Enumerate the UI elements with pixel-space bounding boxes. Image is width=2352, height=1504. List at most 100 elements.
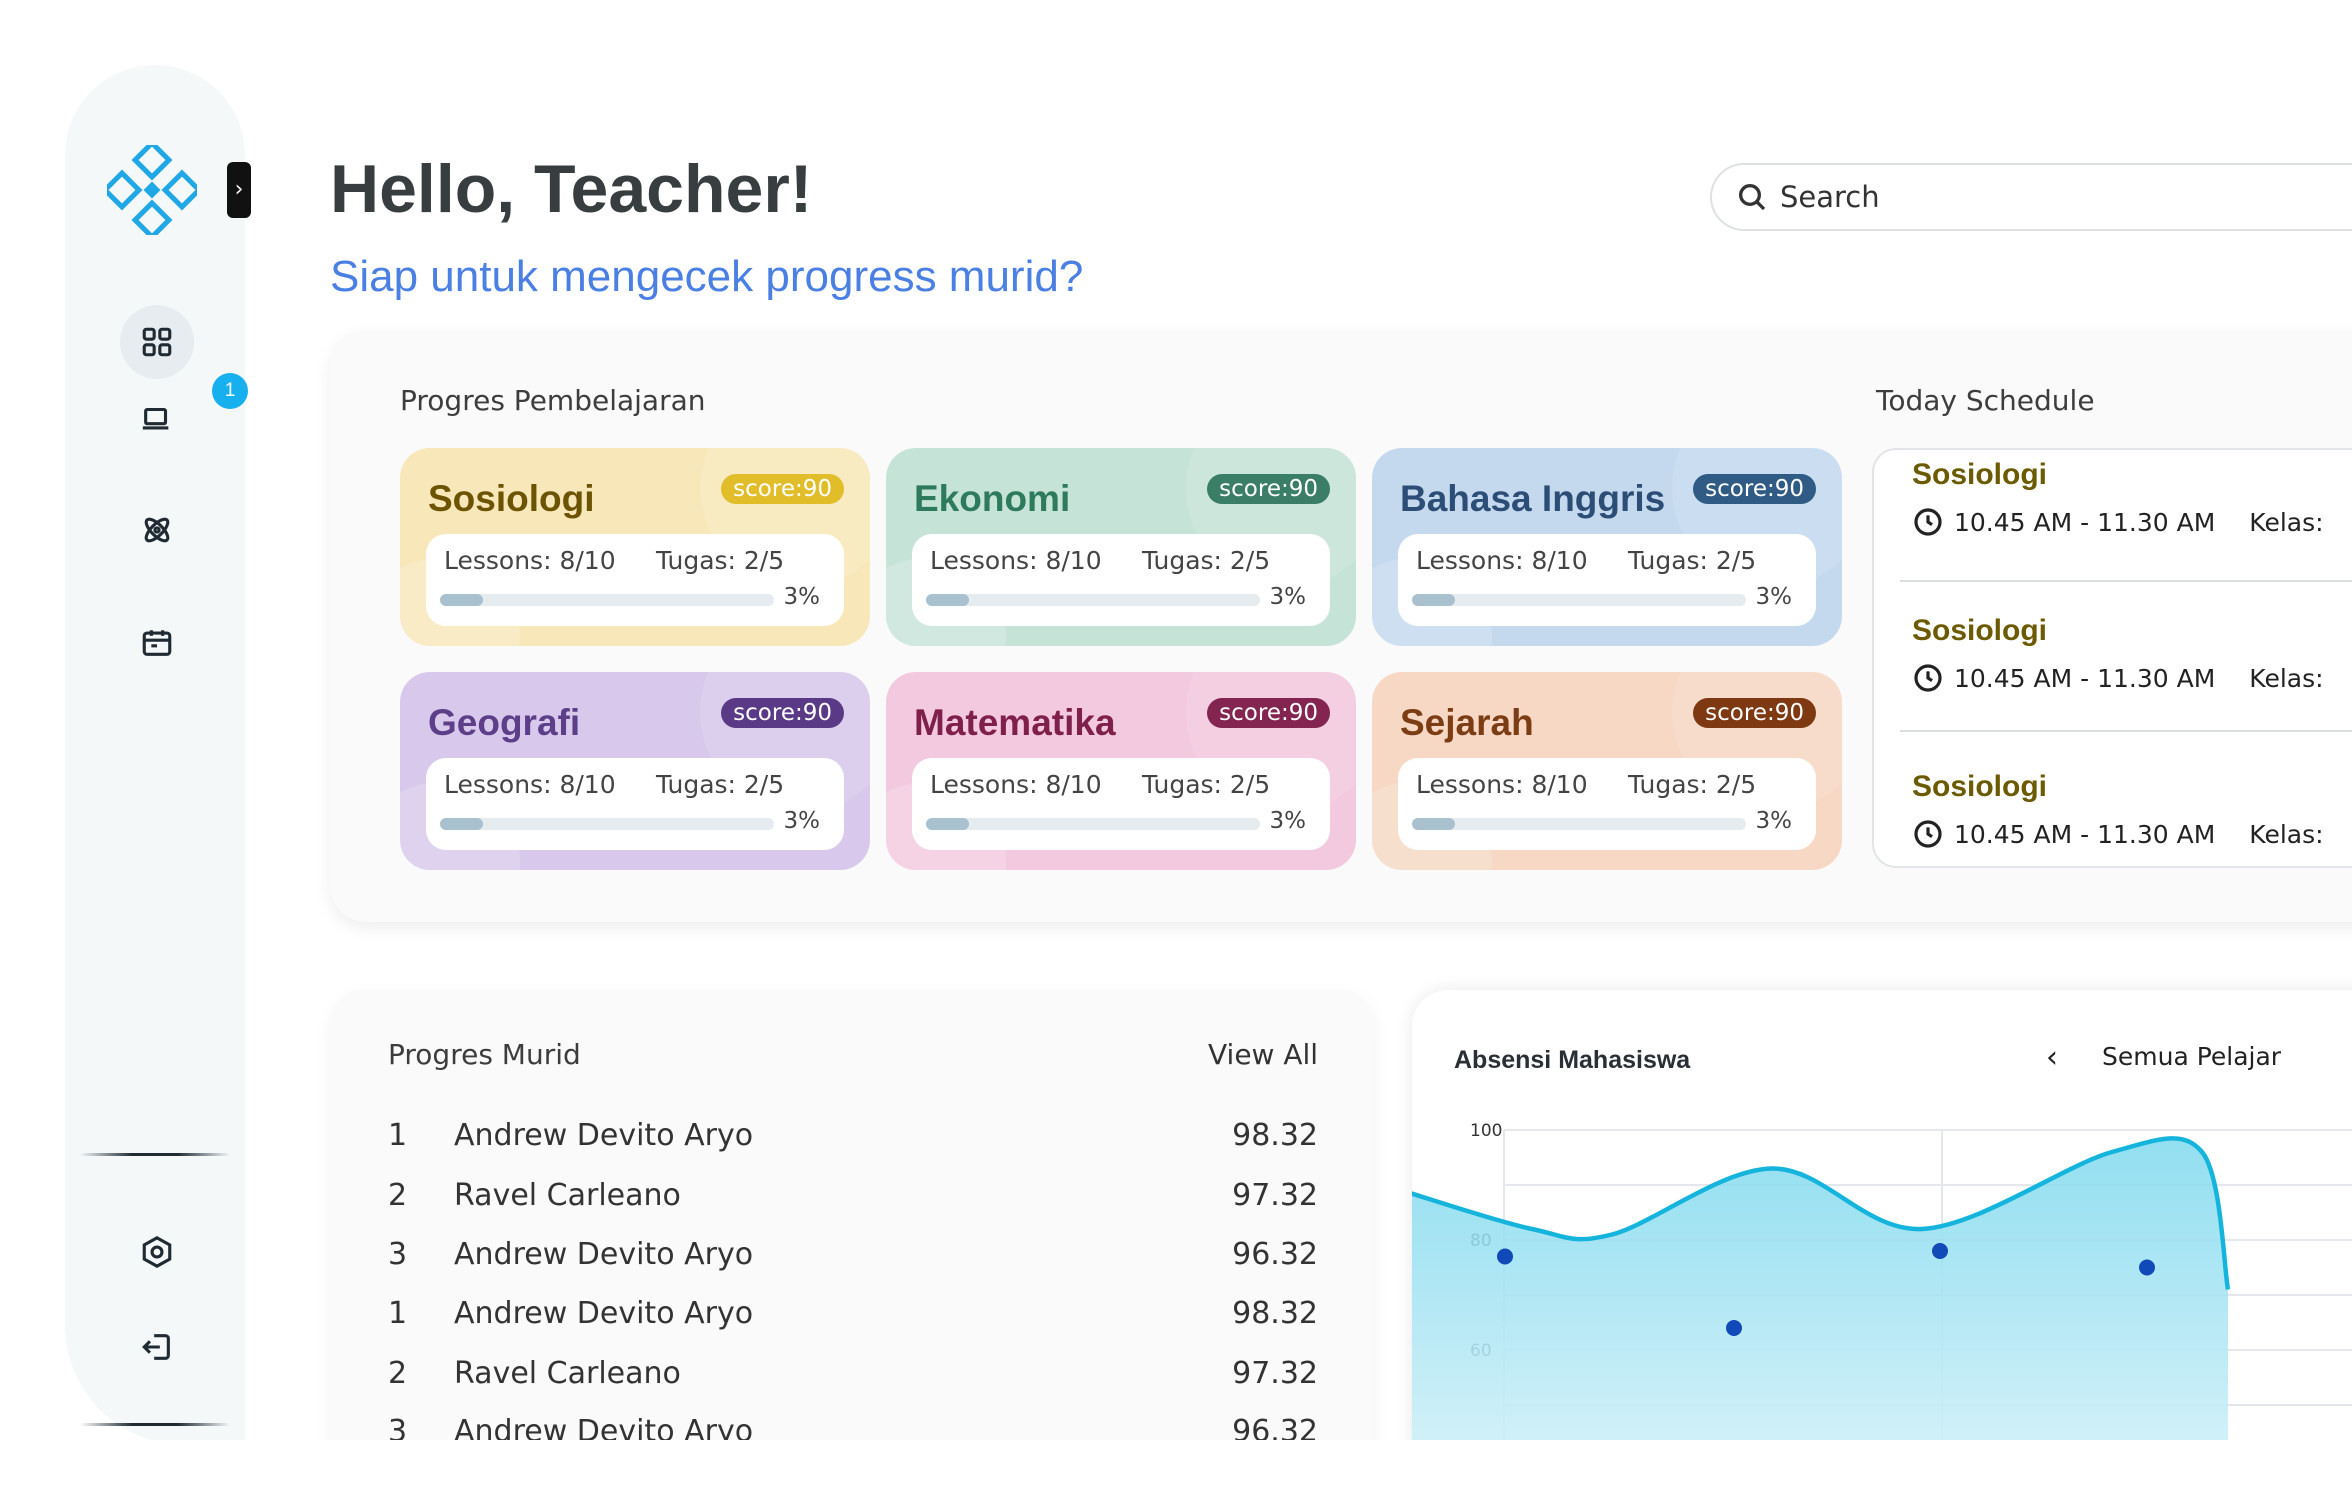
chart-point [2139, 1259, 2155, 1276]
greeting-heading: Hello, Teacher! [330, 151, 813, 227]
nav-science[interactable] [120, 493, 194, 567]
nav-dashboard[interactable] [120, 305, 194, 379]
score-badge: score:90 [1693, 698, 1816, 728]
sidebar-toggle-button[interactable]: › [227, 162, 251, 218]
student-score: 97.32 [1232, 1178, 1318, 1213]
nav-logout[interactable] [120, 1310, 194, 1384]
subject-card[interactable]: Bahasa Inggris score:90 Lessons: 8/10 Tugas… [1372, 448, 1842, 646]
lessons-count: Lessons: 8/10 [930, 546, 1102, 575]
student-progress-panel: Progres Murid View All 1 Andrew Devito Ar… [330, 990, 1375, 1504]
progress-percent: 3% [1755, 808, 1793, 834]
progress-bar [440, 594, 774, 606]
student-rank: 1 [388, 1296, 408, 1331]
progress-bar-fill [1412, 818, 1456, 830]
sidebar: › 1 [65, 65, 251, 1445]
schedule-time: 10.45 AM - 11.30 AM [1954, 507, 2216, 537]
subject-card[interactable]: Sejarah score:90 Lessons: 8/10 Tugas: 2/5 3% [1372, 672, 1842, 870]
student-progress-title: Progres Murid [388, 1038, 581, 1071]
clock-icon [1914, 508, 1942, 536]
clock-icon [1914, 664, 1942, 692]
schedule-divider [1900, 730, 2352, 732]
calendar-icon [142, 630, 172, 656]
progress-percent: 3% [783, 808, 821, 834]
lessons-count: Lessons: 8/10 [930, 770, 1102, 799]
progress-bar-fill [440, 594, 484, 606]
schedule-subject: Sosiologi [1912, 770, 2047, 803]
notification-badge: 1 [212, 373, 248, 409]
subject-stats: Lessons: 8/10 Tugas: 2/5 3% [912, 534, 1330, 626]
tasks-count: Tugas: 2/5 [1628, 770, 1757, 799]
student-score: 98.32 [1232, 1296, 1318, 1331]
learning-progress-title: Progres Pembelajaran [400, 384, 706, 417]
student-name: Andrew Devito Aryo [454, 1118, 754, 1153]
progress-bar-fill [1412, 594, 1456, 606]
subject-card[interactable]: Ekonomi score:90 Lessons: 8/10 Tugas: 2/5 3% [886, 448, 1356, 646]
grid-dashboard-icon [142, 327, 172, 357]
tasks-count: Tugas: 2/5 [1628, 546, 1757, 575]
progress-bar-fill [440, 818, 484, 830]
student-score: 98.32 [1232, 1118, 1318, 1153]
progress-bar [926, 594, 1260, 606]
subject-stats: Lessons: 8/10 Tugas: 2/5 3% [912, 758, 1330, 850]
student-name: Andrew Devito Aryo [454, 1296, 754, 1331]
score-badge: score:90 [1207, 474, 1330, 504]
schedule-time: 10.45 AM - 11.30 AM [1954, 663, 2216, 693]
app-logo [107, 145, 197, 235]
subject-card[interactable]: Sosiologi score:90 Lessons: 8/10 Tugas: 2/5… [400, 448, 870, 646]
logout-icon [142, 1334, 170, 1360]
schedule-subject: Sosiologi [1912, 614, 2047, 647]
student-name: Ravel Carleano [454, 1356, 681, 1391]
schedule-class: Kelas: [2249, 663, 2324, 693]
progress-bar [440, 818, 774, 830]
subject-name: Ekonomi [914, 478, 1071, 519]
schedule-class: Kelas: [2249, 507, 2324, 537]
nav-classes[interactable]: 1 [120, 373, 248, 455]
lessons-count: Lessons: 8/10 [444, 770, 616, 799]
subject-name: Geografi [428, 702, 581, 743]
progress-percent: 3% [783, 584, 821, 610]
lessons-count: Lessons: 8/10 [1416, 770, 1588, 799]
view-all-link[interactable]: View All [1208, 1038, 1318, 1071]
score-badge: score:90 [721, 474, 844, 504]
schedule-time: 10.45 AM - 11.30 AM [1954, 819, 2216, 849]
progress-bar-fill [926, 818, 970, 830]
tasks-count: Tugas: 2/5 [656, 546, 785, 575]
schedule-item[interactable]: Sosiologi 10.45 AM - 11.30 AM Kelas: [1912, 614, 2324, 694]
schedule-divider [1900, 580, 2352, 582]
progress-bar [926, 818, 1260, 830]
progress-percent: 3% [1755, 584, 1793, 610]
progress-bar [1412, 818, 1746, 830]
student-rank: 2 [388, 1356, 408, 1391]
lessons-count: Lessons: 8/10 [444, 546, 616, 575]
subject-card[interactable]: Matematika score:90 Lessons: 8/10 Tugas: 2/… [886, 672, 1356, 870]
attendance-chart-panel: Absensi Mahasiswa ‹Semua Pelajar 1008060 [1412, 990, 2352, 1504]
sidebar-divider-bottom [80, 1423, 230, 1426]
score-badge: score:90 [1693, 474, 1816, 504]
subject-stats: Lessons: 8/10 Tugas: 2/5 3% [1398, 758, 1816, 850]
settings-icon [142, 1236, 172, 1268]
score-badge: score:90 [721, 698, 844, 728]
progress-bar [1412, 594, 1746, 606]
tasks-count: Tugas: 2/5 [1142, 546, 1271, 575]
schedule-subject: Sosiologi [1912, 458, 2047, 491]
schedule-item[interactable]: Sosiologi 10.45 AM - 11.30 AM Kelas: [1912, 770, 2324, 850]
progress-percent: 3% [1269, 584, 1307, 610]
subject-name: Matematika [914, 702, 1116, 743]
search-icon [1739, 184, 1766, 211]
app-window: › 1 Hello, Teacher! Siap untuk mengecek … [0, 0, 2352, 1504]
nav-settings[interactable] [120, 1215, 194, 1289]
search-placeholder: Search [1780, 180, 1880, 214]
subject-stats: Lessons: 8/10 Tugas: 2/5 3% [426, 534, 844, 626]
atom-icon [144, 517, 170, 543]
attendance-chart: 1008060 [1412, 1121, 2352, 1504]
subject-card[interactable]: Geografi score:90 Lessons: 8/10 Tugas: 2/5 3… [400, 672, 870, 870]
y-tick-label: 100 [1470, 1121, 1502, 1141]
schedule-class: Kelas: [2249, 819, 2324, 849]
student-rank: 2 [388, 1178, 408, 1213]
subject-stats: Lessons: 8/10 Tugas: 2/5 3% [426, 758, 844, 850]
student-score: 97.32 [1232, 1356, 1318, 1391]
lessons-count: Lessons: 8/10 [1416, 546, 1588, 575]
nav-calendar[interactable] [120, 606, 194, 680]
search-input[interactable]: Search [1710, 163, 2352, 231]
schedule-item[interactable]: Sosiologi 10.45 AM - 11.30 AM Kelas: [1912, 458, 2324, 538]
